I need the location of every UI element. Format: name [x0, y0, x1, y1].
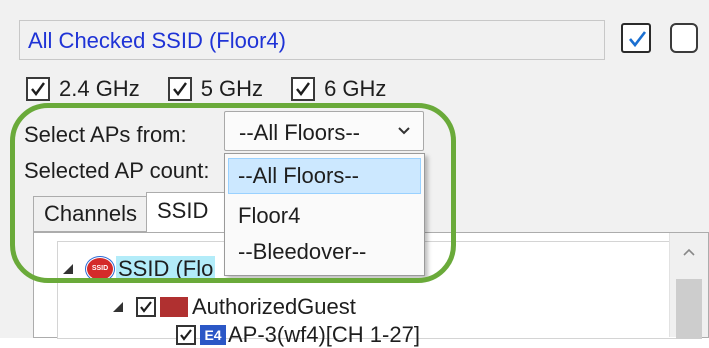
tree-row-leaf[interactable]: E4 AP-3(wf4)[CH 1-27] [176, 322, 420, 348]
band-5ghz[interactable]: 5 GHz [167, 76, 264, 102]
dropdown-option-all-floors[interactable]: --All Floors-- [228, 158, 421, 194]
select-aps-label: Select APs from: [24, 122, 187, 147]
checkmark-icon [180, 329, 192, 341]
ssid-filter-panel: All Checked SSID (Floor4) 2.4 GHz 5 GHz [0, 0, 709, 347]
collapse-triangle-icon[interactable] [62, 263, 74, 275]
panel-title: All Checked SSID (Floor4) [28, 28, 286, 53]
checkmark-icon [140, 301, 152, 313]
checkmark-icon [172, 82, 187, 96]
tree-scrollbar[interactable] [669, 233, 708, 339]
band-6ghz-checkbox[interactable] [291, 77, 316, 101]
band-2-4ghz-label: 2.4 GHz [59, 76, 140, 101]
checkmark-icon [31, 82, 45, 96]
band-filter-row: 2.4 GHz 5 GHz 6 GHz [26, 74, 414, 104]
tab-ssid[interactable]: SSID [146, 192, 226, 232]
collapse-triangle-icon[interactable] [112, 301, 124, 313]
tab-ssid-label: SSID [157, 198, 209, 223]
select-aps-combobox[interactable]: --All Floors-- [224, 111, 424, 151]
band-5ghz-checkbox[interactable] [167, 77, 192, 101]
dropdown-option-floor4[interactable]: Floor4 [228, 198, 421, 234]
checkmark-icon [629, 31, 647, 48]
ssid-color-swatch [160, 297, 188, 317]
dropdown-option-bleedover[interactable]: --Bleedover-- [228, 234, 421, 270]
scroll-up-arrow-icon[interactable] [682, 247, 696, 257]
tree-child-label: AuthorizedGuest [192, 294, 356, 319]
ssid-badge-icon: SSID [86, 257, 114, 281]
select-aps-value: --All Floors-- [239, 120, 360, 145]
select-aps-dropdown-list: --All Floors-- Floor4 --Bleedover-- [224, 153, 425, 276]
selected-ap-count-label: Selected AP count: [24, 158, 210, 183]
title-field: All Checked SSID (Floor4) [19, 20, 605, 60]
band-2-4ghz-checkbox[interactable] [26, 77, 50, 101]
checkmark-icon [296, 82, 311, 96]
chevron-down-icon [398, 127, 410, 135]
tree-child-checkbox[interactable] [136, 297, 156, 317]
scroll-thumb[interactable] [676, 279, 702, 339]
select-none-checkbox[interactable] [670, 23, 698, 53]
tab-channels-label: Channels [44, 201, 137, 226]
tree-leaf-checkbox[interactable] [176, 325, 196, 345]
band-6ghz[interactable]: 6 GHz [291, 76, 386, 102]
tab-channels[interactable]: Channels [33, 196, 147, 232]
tree-row-child[interactable]: AuthorizedGuest [112, 294, 356, 320]
select-all-checkbox[interactable] [621, 23, 651, 53]
band-2-4ghz[interactable]: 2.4 GHz [26, 76, 140, 102]
tree-leaf-label: AP-3(wf4)[CH 1-27] [228, 322, 420, 347]
ap-badge-icon: E4 [200, 325, 226, 345]
tree-root-label: SSID (Flo [116, 256, 216, 282]
band-5ghz-label: 5 GHz [200, 76, 264, 101]
band-6ghz-label: 6 GHz [324, 76, 387, 101]
tree-row-root[interactable]: SSID SSID (Flo [62, 256, 216, 282]
